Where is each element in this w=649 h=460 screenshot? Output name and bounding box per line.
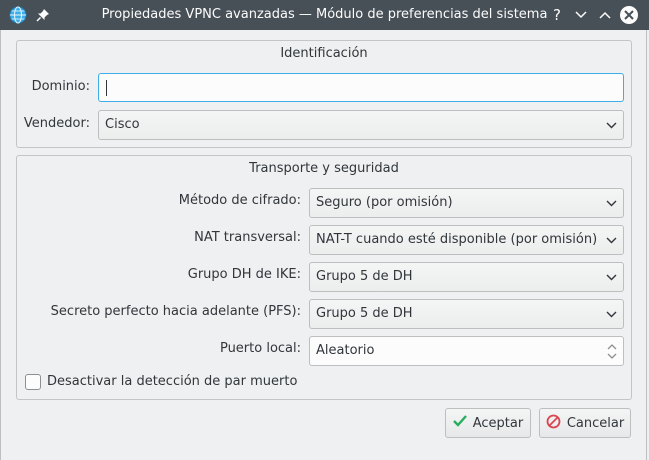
identification-title: Identificación: [280, 46, 368, 61]
dh-group-value: Grupo 5 de DH: [316, 269, 413, 284]
text-caret: [106, 80, 107, 96]
cancel-icon: [546, 414, 561, 433]
chevron-down-icon: [606, 226, 617, 254]
vendor-value: Cisco: [105, 117, 140, 132]
cancel-label: Cancelar: [566, 415, 625, 431]
cancel-button[interactable]: Cancelar: [539, 408, 631, 438]
domain-label: Dominio:: [31, 79, 90, 94]
pfs-select[interactable]: Grupo 5 de DH: [309, 299, 624, 329]
nat-value: NAT-T cuando esté disponible (por omisió…: [316, 232, 598, 247]
chevron-down-icon: [606, 189, 617, 217]
chevron-down-icon: [606, 263, 617, 291]
local-port-label: Puerto local:: [219, 341, 301, 356]
cipher-label: Método de cifrado:: [178, 193, 301, 208]
nat-label: NAT transversal:: [194, 230, 301, 245]
accept-button[interactable]: Aceptar: [445, 408, 531, 438]
help-icon[interactable]: ?: [548, 0, 566, 30]
accept-label: Aceptar: [472, 415, 524, 431]
minimize-icon[interactable]: [572, 0, 590, 30]
dead-peer-detection-checkbox[interactable]: [25, 374, 41, 390]
local-port-value: Aleatorio: [316, 343, 375, 358]
domain-input[interactable]: [98, 73, 624, 102]
nat-select[interactable]: NAT-T cuando esté disponible (por omisió…: [309, 225, 624, 255]
local-port-spinbox[interactable]: Aleatorio: [309, 336, 624, 366]
dead-peer-detection-label[interactable]: Desactivar la detección de par muerto: [47, 369, 297, 395]
vendor-select[interactable]: Cisco: [98, 110, 624, 140]
vendor-label: Vendedor:: [23, 116, 90, 131]
transport-title: Transporte y seguridad: [249, 161, 399, 176]
close-icon[interactable]: [618, 0, 640, 30]
check-icon: [452, 415, 467, 431]
maximize-icon[interactable]: [596, 0, 614, 30]
pfs-label: Secreto perfecto hacia adelante (PFS):: [50, 304, 301, 319]
cipher-value: Seguro (por omisión): [316, 195, 453, 210]
spin-arrows-icon[interactable]: [607, 337, 617, 365]
dh-group-select[interactable]: Grupo 5 de DH: [309, 262, 624, 292]
pfs-value: Grupo 5 de DH: [316, 306, 413, 321]
dh-group-label: Grupo DH de IKE:: [187, 267, 301, 282]
title-bar: Propiedades VPNC avanzadas — Módulo de p…: [0, 0, 649, 30]
cipher-select[interactable]: Seguro (por omisión): [309, 188, 624, 218]
chevron-down-icon: [606, 300, 617, 328]
chevron-down-icon: [606, 111, 617, 139]
